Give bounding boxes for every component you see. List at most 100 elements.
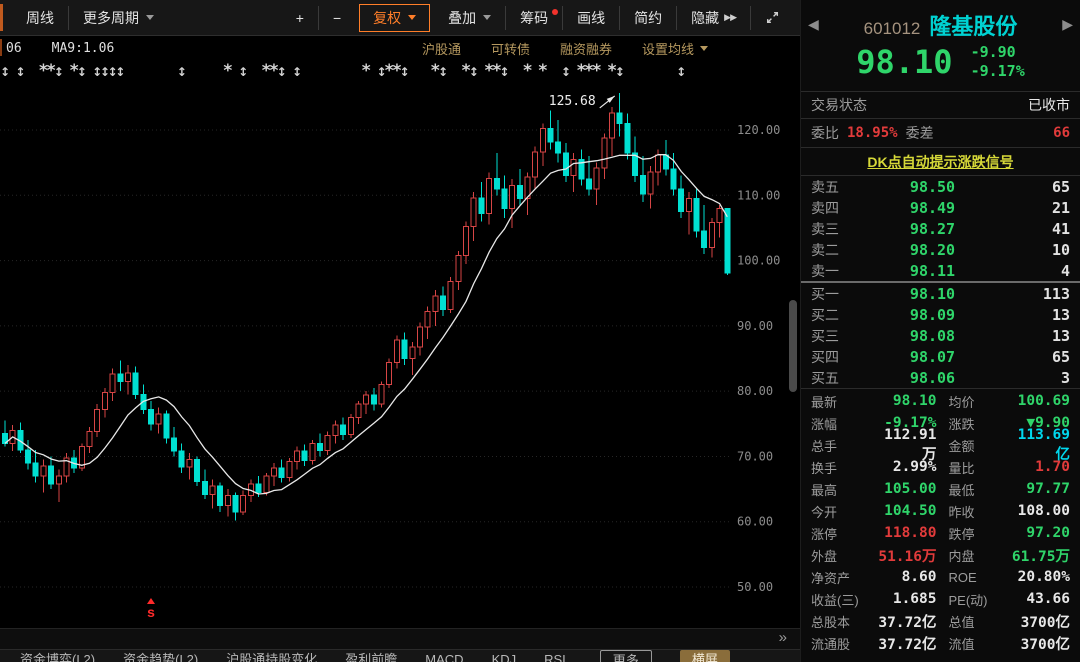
indicator-tab-5[interactable]: KDJ [492,650,517,662]
event-marker-icon: * [362,61,371,81]
event-marker-icon: ↕ [277,65,287,79]
candle-body [410,347,415,359]
candle-body [125,373,130,381]
candle-body [456,255,461,281]
indicator-tab-0[interactable]: 资金博弈(L2) [20,650,95,662]
period-tab-weekly[interactable]: 周线 [12,4,68,32]
candle-body [510,185,515,208]
cut-tab-accent-2 [0,39,2,56]
hide-panel-button[interactable]: 隐藏▶▶ [677,4,750,32]
overlay-dropdown[interactable]: 叠加 [434,4,505,32]
candle-body [225,496,230,506]
zoom-out-button[interactable]: − [319,4,355,32]
prev-stock-button[interactable]: ◀ [808,16,819,33]
order-row: 卖三98.2741 [801,218,1080,239]
candle-body [548,129,553,142]
candle-body [663,155,668,169]
stat-row: 涨停118.80跌停97.20 [801,522,1080,544]
sell-order-book: 卖五98.5065卖四98.4921卖三98.2741卖二98.2010卖一98… [801,176,1080,281]
candle-body [425,312,430,328]
chart-tools-group: + − 复权 叠加 筹码 画线 简约 隐藏▶▶ [282,0,794,35]
y-axis-label: 80.00 [737,384,773,398]
indicator-tab-4[interactable]: MACD [425,650,463,662]
chevron-down-icon [483,15,491,20]
order-level-label: 卖一 [811,261,857,281]
stat-value: 20.80% [1005,569,1071,585]
order-price: 98.11 [857,262,1008,280]
stat-label: 净资产 [811,568,871,587]
candle-body [264,476,269,492]
candle-body [333,425,338,435]
candle-body [679,189,684,212]
candle-body [686,199,691,212]
event-marker-icon: ↕ [77,65,87,79]
candle-body [563,153,568,176]
y-axis-label: 70.00 [737,449,773,463]
dk-signal-link[interactable]: DK点自动提示涨跌信号 [867,152,1013,172]
stat-label: 跌停 [949,524,1005,543]
scroll-right-button[interactable]: » [779,629,784,646]
more-indicators-button[interactable]: 更多 [600,650,652,662]
candle-body [56,476,61,484]
simple-mode-button[interactable]: 简约 [620,4,676,32]
vertical-scrollbar-thumb[interactable] [789,300,797,392]
weibi-label: 委比 [811,123,839,143]
market-link-0[interactable]: 沪股通 [422,39,461,58]
market-link-3[interactable]: 设置均线 [642,39,708,58]
stat-row: 总股本37.72亿总值3700亿 [801,610,1080,632]
next-stock-button[interactable]: ▶ [1062,16,1073,33]
candle-body [379,385,384,405]
y-axis-label: 90.00 [737,319,773,333]
order-qty: 65 [1008,178,1070,196]
order-qty: 113 [1008,285,1070,303]
chips-button[interactable]: 筹码 [506,4,562,32]
indicator-tab-2[interactable]: 沪股通持股变化 [226,650,317,662]
order-row: 买五98.063 [801,367,1080,388]
indicator-tab-3[interactable]: 盈利前瞻 [345,650,397,662]
stat-label: 均价 [949,392,1005,411]
indicator-tab-1[interactable]: 资金趋势(L2) [123,650,198,662]
indicator-tab-6[interactable]: RSI [544,650,566,662]
candle-body [49,466,54,484]
landscape-button[interactable]: 横屏 [680,650,730,662]
y-axis-label: 110.00 [737,188,780,202]
order-level-label: 买一 [811,284,857,304]
candle-body [310,443,315,460]
market-link-2[interactable]: 融资融券 [560,39,612,58]
stat-value: 98.10 [871,393,937,409]
order-price: 98.07 [857,348,1008,366]
stat-label: ROE [949,570,1005,585]
price-box: 98.10 -9.90 -9.17% [801,43,1080,81]
more-periods-dropdown[interactable]: 更多周期 [69,4,168,32]
indicator-tabs-row: 资金博弈(L2) 资金趋势(L2) 沪股通持股变化 盈利前瞻 MACD KDJ RSI 更多 横… [0,649,800,662]
order-level-label: 卖四 [811,198,857,218]
chart-scroll-strip[interactable]: » [0,628,800,649]
y-axis-label: 120.00 [737,123,780,137]
zoom-in-button[interactable]: + [282,4,318,32]
weicha-label: 委差 [906,123,934,143]
status-value: 已收市 [1028,95,1070,115]
stat-label: 总值 [949,612,1005,631]
market-links: 沪股通 可转债 融资融券 设置均线 [392,39,708,58]
market-link-1[interactable]: 可转债 [491,39,530,58]
candle-body [717,208,722,222]
stat-row: 净资产8.60ROE20.80% [801,566,1080,588]
order-level-label: 卖二 [811,240,857,260]
stat-label: 涨跌 [949,414,1005,433]
order-qty: 10 [1008,241,1070,259]
event-marker-icon: ↕ [0,65,10,79]
candle-body [387,362,392,384]
stat-label: 今开 [811,502,871,521]
kline-chart-area[interactable]: 120.00110.00100.0090.0080.0070.0060.0050… [0,60,800,628]
candle-body [602,138,607,168]
period-tab-weekly-label: 周线 [26,8,54,28]
stat-label: 内盘 [949,546,1005,565]
candle-body [540,129,545,153]
kline-canvas[interactable]: 120.00110.00100.0090.0080.0070.0060.0050… [0,60,800,628]
candle-body [464,227,469,256]
fuquan-dropdown[interactable]: 复权 [359,4,430,32]
chips-label: 筹码 [520,8,548,28]
draw-line-button[interactable]: 画线 [563,4,619,32]
stat-label: 金额 [949,436,1005,455]
fullscreen-button[interactable] [751,4,794,32]
